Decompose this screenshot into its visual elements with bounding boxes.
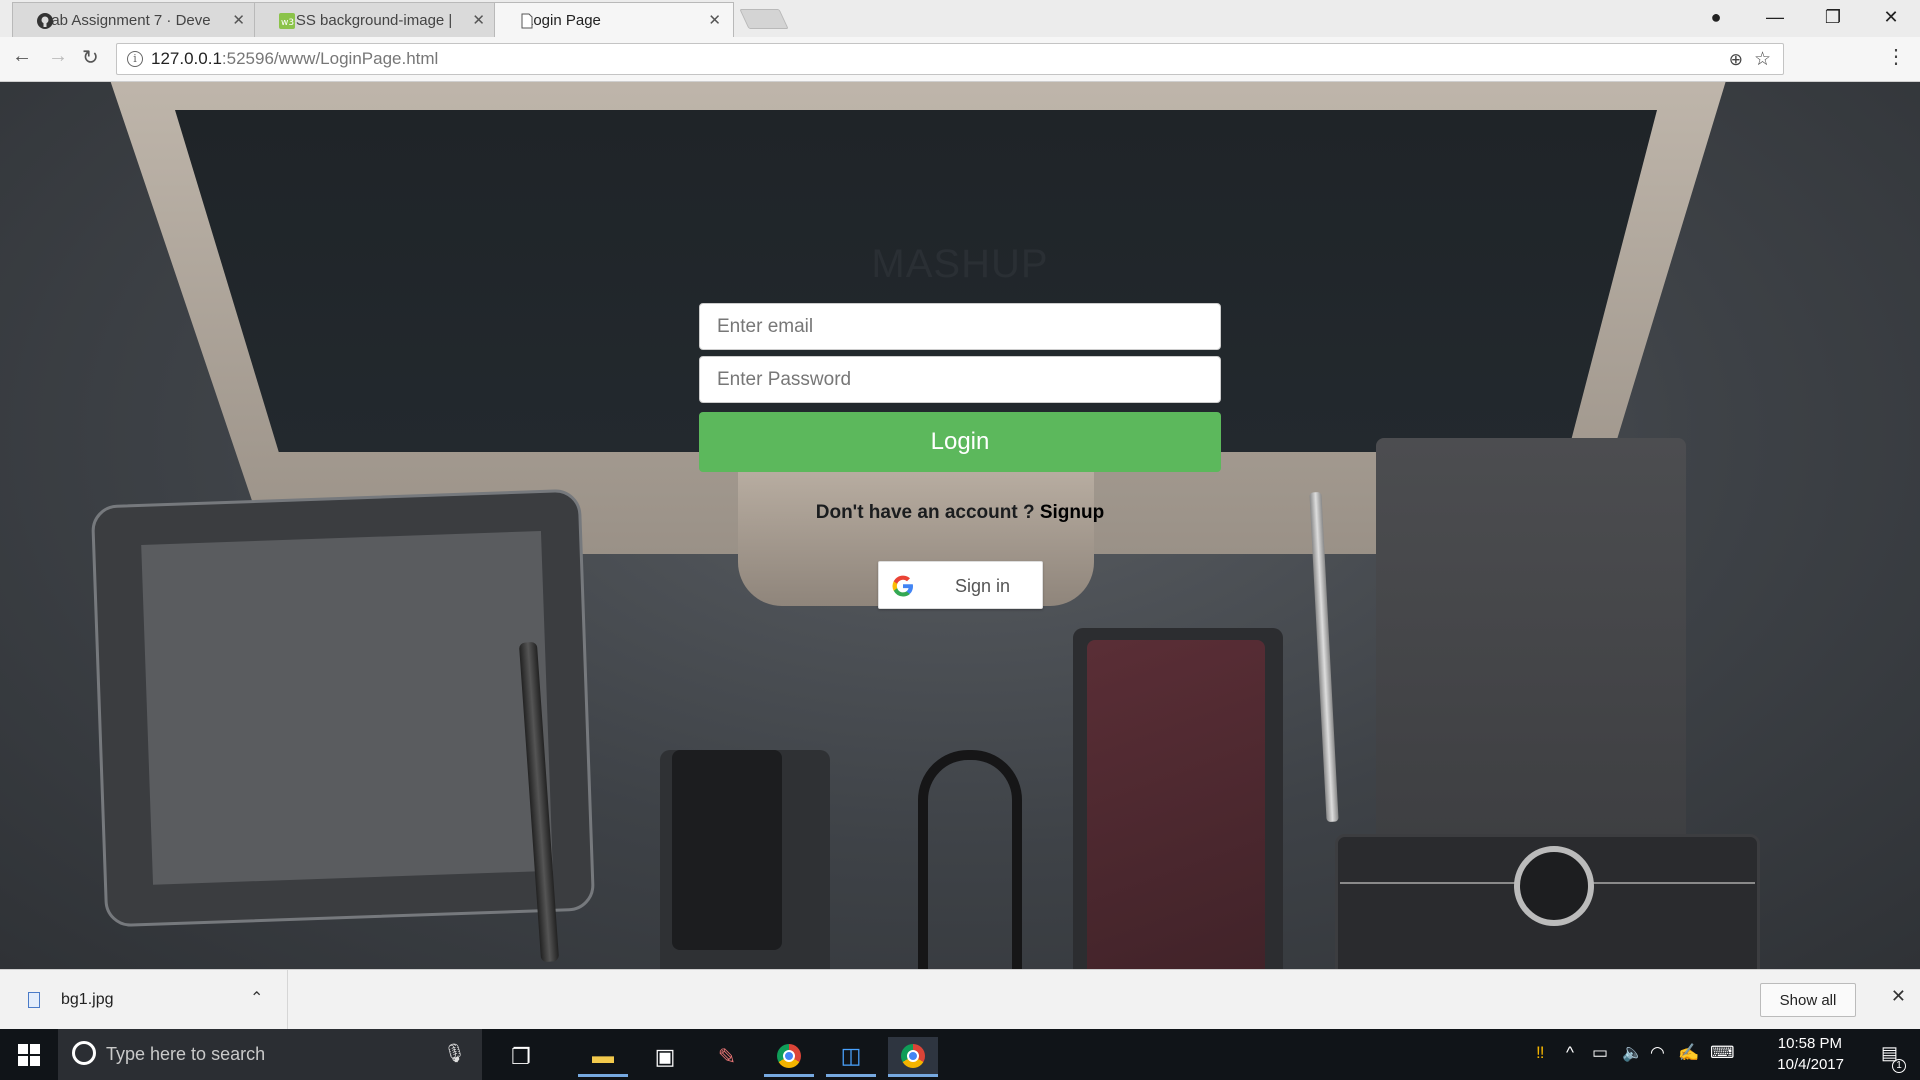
windows-start-icon[interactable] <box>18 1044 40 1066</box>
email-field[interactable] <box>699 303 1221 350</box>
svg-text:w3: w3 <box>281 18 294 28</box>
tab-title: Login Page <box>525 11 601 29</box>
new-tab-button[interactable] <box>739 9 789 29</box>
volume-icon[interactable]: 🔈 <box>1622 1043 1643 1063</box>
tab-login-page[interactable]: Login Page ✕ <box>494 2 734 37</box>
signup-prompt-text: Don't have an account ? <box>815 502 1040 523</box>
google-icon <box>892 575 913 597</box>
tab-css-background-image[interactable]: w3 CSS background-image | ✕ <box>254 2 498 37</box>
reload-icon[interactable]: ↻ <box>82 45 99 70</box>
taskbar-search-box[interactable]: Type here to search 🎙 <box>58 1029 482 1080</box>
task-view-icon[interactable]: ❐ <box>496 1037 546 1077</box>
page-viewport: MASHUP Login Don't have an account ? Sig… <box>0 82 1920 969</box>
minimize-icon[interactable]: — <box>1746 7 1804 28</box>
forward-arrow-icon[interactable]: → <box>48 45 68 68</box>
download-file-name: bg1.jpg <box>61 991 114 1008</box>
tab-title: CSS background-image | <box>285 11 453 29</box>
password-field[interactable] <box>699 356 1221 403</box>
signup-prompt: Don't have an account ? Signup <box>700 502 1220 524</box>
show-all-button[interactable]: Show all <box>1760 983 1856 1017</box>
close-icon[interactable]: ✕ <box>1891 986 1906 1007</box>
window-controls: ● — ❐ ✕ <box>1686 0 1920 34</box>
back-arrow-icon[interactable]: ← <box>12 45 32 68</box>
chevron-up-icon[interactable]: ⌃ <box>250 988 263 1008</box>
alert-icon[interactable]: ‼ <box>1536 1043 1545 1063</box>
tab-bar: Lab Assignment 7 · Deve ✕ w3 CSS backgro… <box>0 0 1920 37</box>
keyboard-icon[interactable]: ⌨ <box>1710 1043 1735 1063</box>
url-host: 127.0.0.1 <box>151 49 222 68</box>
battery-icon[interactable]: ▭ <box>1592 1043 1608 1063</box>
grey-notebook <box>1376 438 1686 868</box>
speaker-knob <box>1514 846 1594 926</box>
tablet-screen <box>141 530 553 885</box>
github-icon <box>37 13 53 29</box>
close-icon[interactable]: ✕ <box>708 11 721 29</box>
paint-icon[interactable]: ✎ <box>702 1037 752 1077</box>
signup-link[interactable]: Signup <box>1040 502 1104 523</box>
brand-title: MASHUP <box>871 242 1049 286</box>
tab-title: Lab Assignment 7 · Deve <box>43 11 211 29</box>
clock-time[interactable]: 10:58 PM <box>1778 1035 1842 1052</box>
clock-date[interactable]: 10/4/2017 <box>1777 1056 1844 1073</box>
login-button[interactable]: Login <box>699 412 1221 472</box>
taskbar: Type here to search 🎙 ❐ ▬ ▣ ✎ ◫ ‼ ^ ▭ 🔈 … <box>0 1029 1920 1080</box>
tab-lab-assignment[interactable]: Lab Assignment 7 · Deve ✕ <box>12 2 258 37</box>
chrome-icon[interactable] <box>764 1037 814 1077</box>
chevron-up-icon[interactable]: ^ <box>1566 1043 1574 1063</box>
profile-icon[interactable]: ● <box>1686 7 1746 28</box>
url-path: :52596/www/LoginPage.html <box>221 49 439 68</box>
close-icon[interactable]: ✕ <box>232 11 245 29</box>
tablet <box>90 488 596 928</box>
chrome-icon[interactable] <box>888 1037 938 1077</box>
notebook-cover <box>1087 640 1265 969</box>
browser-toolbar: ← → ↻ i 127.0.0.1:52596/www/LoginPage.ht… <box>0 37 1920 82</box>
taskbar-search-placeholder: Type here to search <box>106 1044 266 1064</box>
zoom-icon[interactable]: ⊕ <box>1729 50 1743 70</box>
download-item[interactable]: bg1.jpg ⌃ <box>0 970 288 1030</box>
cortana-icon <box>72 1041 96 1065</box>
info-icon[interactable]: i <box>127 51 143 67</box>
bookmark-star-icon[interactable]: ☆ <box>1754 48 1771 71</box>
notification-badge: 1 <box>1892 1059 1906 1073</box>
restore-icon[interactable]: ❐ <box>1804 7 1862 28</box>
glasses <box>918 750 1022 969</box>
wifi-icon[interactable]: ◠ <box>1650 1043 1665 1063</box>
phone <box>672 750 782 950</box>
chrome-menu-icon[interactable]: ⋮ <box>1886 47 1906 67</box>
address-bar[interactable]: i 127.0.0.1:52596/www/LoginPage.html ⊕ ☆ <box>116 43 1784 75</box>
image-file-icon <box>28 992 40 1008</box>
google-signin-button[interactable]: Sign in <box>878 561 1043 609</box>
microphone-icon[interactable]: 🎙 <box>443 1043 466 1064</box>
editor-app-icon[interactable]: ◫ <box>826 1037 876 1077</box>
close-window-icon[interactable]: ✕ <box>1862 7 1920 28</box>
pen-icon[interactable]: ✍ <box>1678 1043 1699 1063</box>
system-tray: ‼ ^ ▭ 🔈 ◠ ✍ ⌨ 10:58 PM 10/4/2017 ▤ 1 <box>1500 1029 1920 1080</box>
store-icon[interactable]: ▣ <box>640 1037 690 1077</box>
close-icon[interactable]: ✕ <box>472 11 485 29</box>
file-explorer-icon[interactable]: ▬ <box>578 1037 628 1077</box>
w3schools-icon: w3 <box>279 13 295 29</box>
page-icon <box>521 13 533 29</box>
google-signin-label: Sign in <box>955 576 1011 596</box>
download-shelf: bg1.jpg ⌃ Show all ✕ <box>0 969 1920 1030</box>
